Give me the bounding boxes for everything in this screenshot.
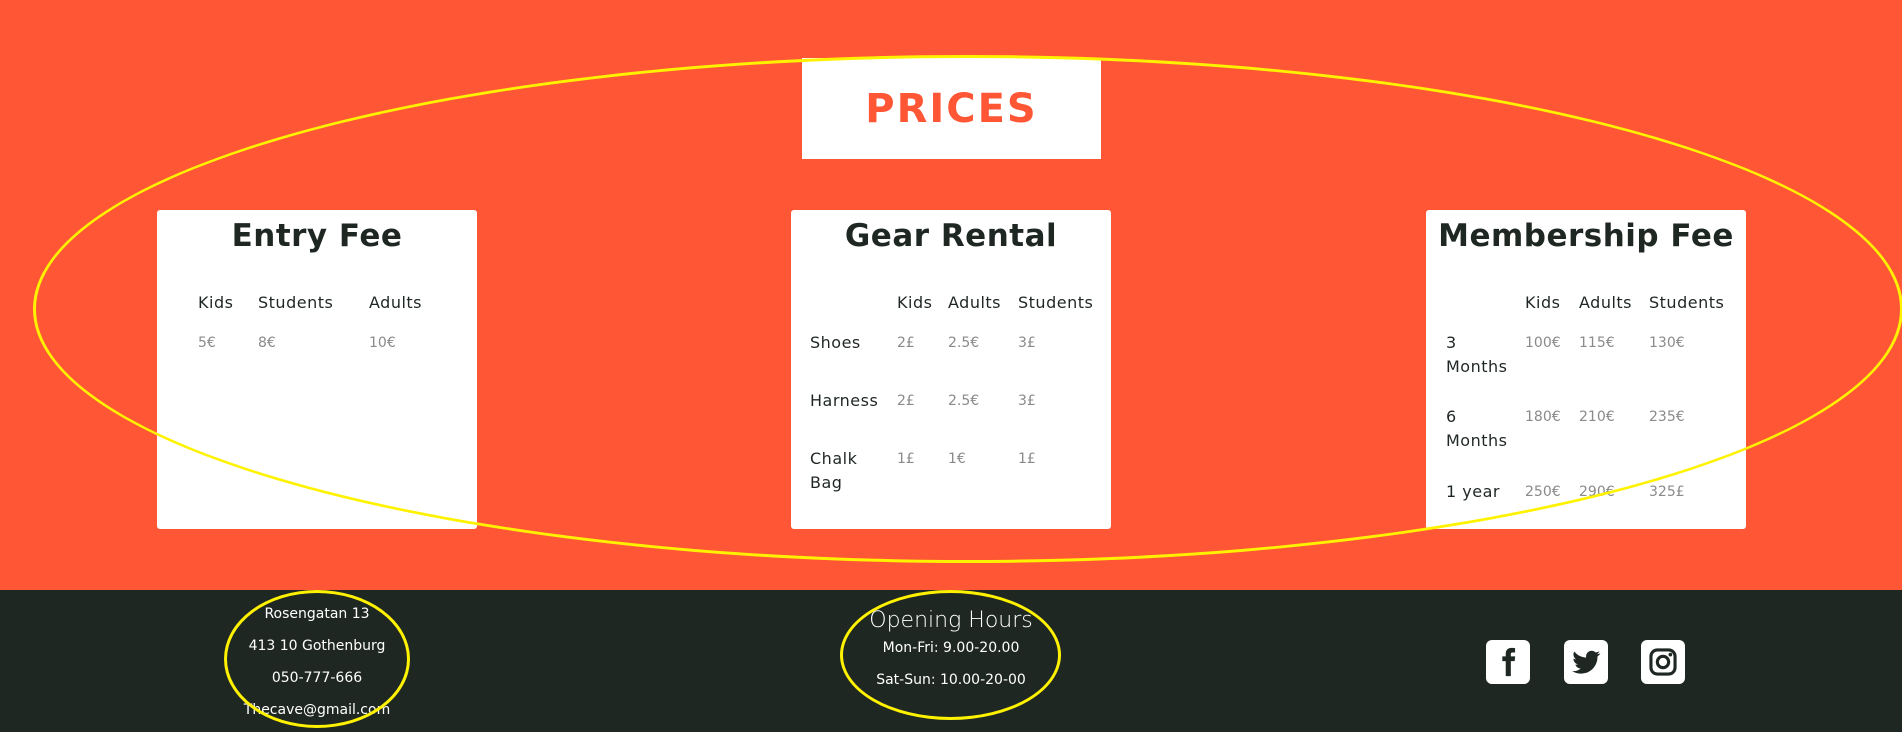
member-6m-kids: 180€ <box>1525 409 1561 425</box>
entry-col-kids: Kids <box>198 293 234 312</box>
gear-rental-card: Gear Rental Kids Adults Students Shoes 2… <box>791 210 1111 529</box>
gear-shoes-adults: 2.5€ <box>948 335 980 351</box>
gear-chalk-students: 1£ <box>1018 451 1036 467</box>
opening-hours-title: Opening Hours <box>869 608 1033 633</box>
footer-phone: 050-777-666 <box>271 670 363 686</box>
member-col-students: Students <box>1649 293 1725 312</box>
member-6m-students: 235€ <box>1649 409 1685 425</box>
membership-fee-title: Membership Fee <box>1438 218 1734 254</box>
member-3m-adults: 115€ <box>1579 335 1615 351</box>
member-row-1y-label: 1 year <box>1446 482 1500 501</box>
gear-chalk-adults: 1€ <box>948 451 966 467</box>
gear-chalk-kids: 1£ <box>897 451 915 467</box>
member-1y-kids: 250€ <box>1525 484 1561 500</box>
membership-fee-card: Membership Fee Kids Adults Students 3 Mo… <box>1426 210 1746 529</box>
prices-section: PRICES Entry Fee Kids Students Adults 5€… <box>0 0 1902 590</box>
member-1y-students: 325£ <box>1649 484 1685 500</box>
gear-shoes-students: 3£ <box>1018 335 1036 351</box>
gear-harness-adults: 2.5€ <box>948 393 980 409</box>
gear-row-chalk-label-2: Bag <box>810 473 843 492</box>
gear-row-chalk-label-1: Chalk <box>810 449 858 468</box>
member-row-3m-label-1: 3 <box>1446 333 1457 352</box>
hours-weekdays: Mon-Fri: 9.00-20.00 <box>882 640 1020 656</box>
gear-col-kids: Kids <box>897 293 933 312</box>
member-col-adults: Adults <box>1579 293 1633 312</box>
member-3m-kids: 100€ <box>1525 335 1561 351</box>
member-row-3m-label-2: Months <box>1446 357 1508 376</box>
entry-fee-card: Entry Fee Kids Students Adults 5€ 8€ 10€ <box>157 210 477 529</box>
member-row-6m-label-2: Months <box>1446 431 1508 450</box>
entry-col-adults: Adults <box>369 293 423 312</box>
instagram-icon[interactable] <box>1641 640 1685 684</box>
member-3m-students: 130€ <box>1649 335 1685 351</box>
member-6m-adults: 210€ <box>1579 409 1615 425</box>
gear-shoes-kids: 2£ <box>897 335 915 351</box>
member-col-kids: Kids <box>1525 293 1561 312</box>
prices-banner: PRICES <box>802 58 1101 159</box>
entry-value-students: 8€ <box>258 335 276 351</box>
entry-value-adults: 10€ <box>369 335 396 351</box>
entry-col-students: Students <box>258 293 334 312</box>
gear-row-harness-label: Harness <box>810 391 879 410</box>
entry-fee-title: Entry Fee <box>231 218 403 254</box>
gear-harness-kids: 2£ <box>897 393 915 409</box>
footer-address-street: Rosengatan 13 <box>264 606 370 622</box>
gear-col-students: Students <box>1018 293 1094 312</box>
footer: Rosengatan 13 413 10 Gothenburg 050-777-… <box>0 590 1902 732</box>
member-row-6m-label-1: 6 <box>1446 407 1457 426</box>
member-1y-adults: 290€ <box>1579 484 1615 500</box>
gear-row-shoes-label: Shoes <box>810 333 861 352</box>
facebook-icon[interactable] <box>1486 640 1530 684</box>
prices-title: PRICES <box>865 85 1038 132</box>
gear-harness-students: 3£ <box>1018 393 1036 409</box>
hours-weekend: Sat-Sun: 10.00-20-00 <box>876 672 1026 688</box>
entry-value-kids: 5€ <box>198 335 216 351</box>
footer-address-city: 413 10 Gothenburg <box>248 638 386 654</box>
twitter-icon[interactable] <box>1564 640 1608 684</box>
gear-col-adults: Adults <box>948 293 1002 312</box>
footer-email[interactable]: Thecave@gmail.com <box>157 702 477 718</box>
gear-rental-title: Gear Rental <box>844 218 1058 254</box>
